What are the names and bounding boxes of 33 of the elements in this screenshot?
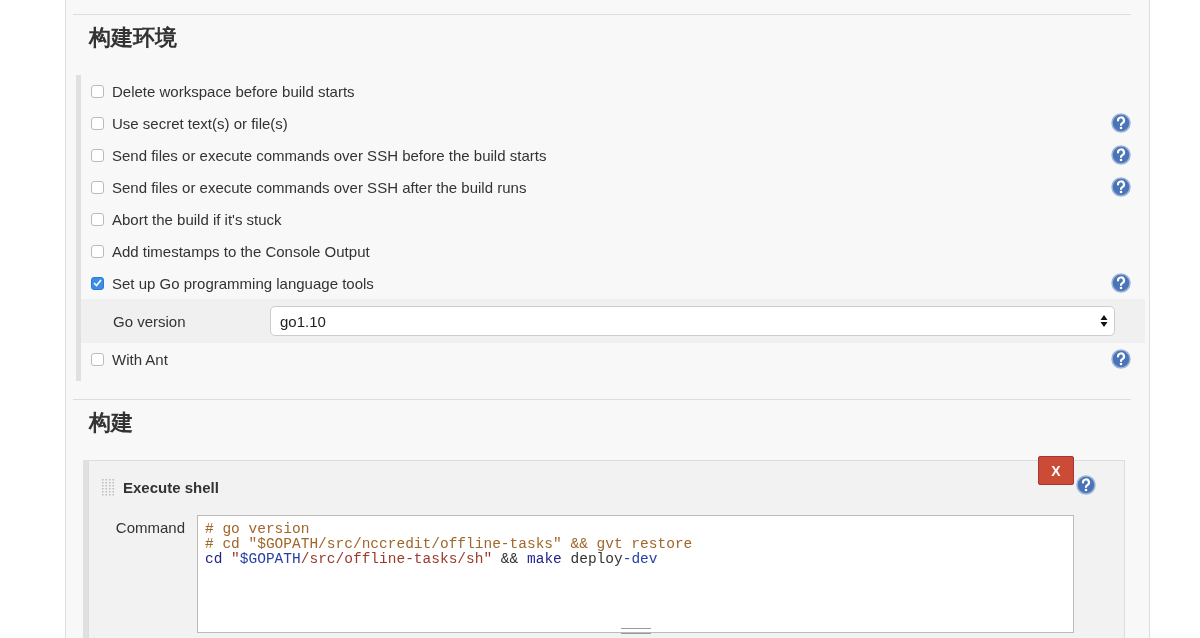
- help-icon[interactable]: [1111, 273, 1131, 293]
- resize-handle[interactable]: [620, 628, 651, 634]
- checkbox[interactable]: [91, 276, 104, 290]
- checkbox[interactable]: [91, 244, 104, 258]
- field-label: Command: [114, 519, 185, 538]
- select-arrows-icon: [1100, 314, 1108, 328]
- option-label: Send files or execute commands over SSH after the build runs: [112, 178, 528, 196]
- checkbox[interactable]: [91, 148, 104, 162]
- help-icon[interactable]: [1111, 177, 1131, 197]
- section-heading: 构建: [89, 409, 134, 437]
- checkbox[interactable]: [91, 352, 104, 366]
- checkbox[interactable]: [91, 212, 104, 226]
- option-label: Abort the build if it's stuck: [112, 210, 283, 228]
- help-icon[interactable]: [1076, 475, 1096, 495]
- command-editor[interactable]: # go version # cd "$GOPATH/src/nccredit/offline-tasks" && gvt restore cd "$GOPATH/src/offline-tasks/sh" && make deploy-dev: [197, 515, 1074, 633]
- field-label: Go version: [113, 312, 187, 330]
- checkbox[interactable]: [91, 180, 104, 194]
- option-label: Set up Go programming language tools: [112, 274, 375, 292]
- option-label: Add timestamps to the Console Output: [112, 242, 371, 260]
- section-heading: 构建环境: [89, 24, 178, 52]
- version-select[interactable]: go1.10: [270, 306, 1115, 336]
- help-icon[interactable]: [1111, 113, 1131, 133]
- checkbox[interactable]: [91, 116, 104, 130]
- checkbox[interactable]: [91, 84, 104, 98]
- option-label: Use secret text(s) or file(s): [112, 114, 289, 132]
- option-label: Delete workspace before build starts: [112, 82, 356, 100]
- drag-handle-icon[interactable]: [101, 478, 115, 496]
- option-label: With Ant: [112, 350, 169, 368]
- help-icon[interactable]: [1111, 145, 1131, 165]
- option-label: Send files or execute commands over SSH before the build starts: [112, 146, 548, 164]
- help-icon[interactable]: [1111, 349, 1131, 369]
- step-title: Execute shell: [123, 478, 219, 496]
- delete-button[interactable]: X: [1038, 456, 1074, 485]
